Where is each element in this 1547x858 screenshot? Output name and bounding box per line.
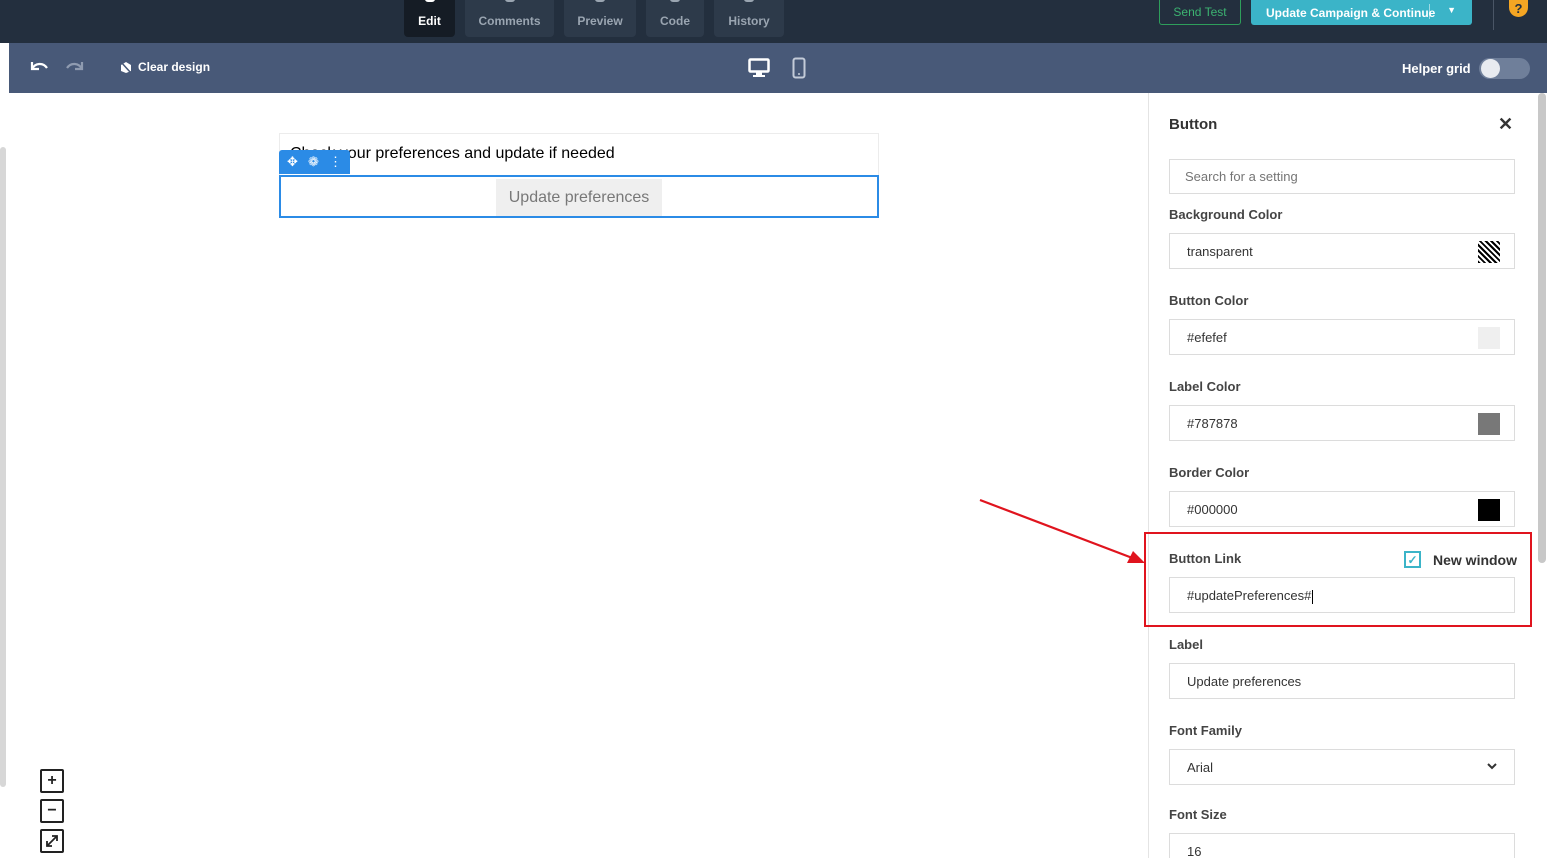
panel-scrollbar[interactable] bbox=[1538, 93, 1546, 563]
eye-icon bbox=[595, 0, 605, 2]
border-color-field[interactable]: #000000 bbox=[1169, 491, 1515, 527]
block-toolbar: ✥ ❁ ⋮ bbox=[279, 150, 350, 174]
text-block[interactable]: Check your preferences and update if nee… bbox=[279, 133, 879, 175]
button-color-value: #efefef bbox=[1187, 330, 1227, 345]
undo-icon[interactable] bbox=[29, 59, 49, 75]
settings-panel: Button ✕ Background Color transparent Bu… bbox=[1148, 93, 1547, 858]
tab-comments-label: Comments bbox=[478, 14, 541, 28]
helper-grid-toggle[interactable] bbox=[1479, 58, 1530, 79]
more-icon[interactable]: ⋮ bbox=[329, 154, 342, 170]
move-icon[interactable]: ✥ bbox=[287, 154, 298, 170]
font-size-field[interactable]: 16 bbox=[1169, 833, 1515, 858]
font-family-label: Font Family bbox=[1169, 723, 1242, 738]
label-field-value: Update preferences bbox=[1187, 674, 1302, 689]
desktop-icon[interactable] bbox=[748, 58, 770, 78]
panel-title: Button bbox=[1169, 116, 1218, 133]
chevron-down-icon bbox=[1487, 763, 1497, 770]
toggle-knob bbox=[1481, 59, 1500, 78]
tab-edit-label: Edit bbox=[418, 14, 441, 28]
label-color-swatch[interactable] bbox=[1478, 413, 1500, 435]
tab-edit[interactable]: Edit bbox=[404, 0, 455, 37]
label-color-field[interactable]: #787878 bbox=[1169, 405, 1515, 441]
font-family-value: Arial bbox=[1187, 760, 1214, 775]
expand-icon bbox=[46, 835, 58, 847]
label-field[interactable]: Update preferences bbox=[1169, 663, 1515, 699]
email-button[interactable]: Update preferences bbox=[496, 179, 662, 216]
label-field-label: Label bbox=[1169, 637, 1203, 652]
tab-code[interactable]: Code bbox=[646, 0, 704, 37]
canvas-scrollbar[interactable] bbox=[0, 147, 6, 787]
helper-grid-label: Helper grid bbox=[1402, 61, 1471, 76]
button-color-swatch[interactable] bbox=[1478, 327, 1500, 349]
help-icon[interactable]: ? bbox=[1509, 0, 1528, 17]
label-color-label: Label Color bbox=[1169, 379, 1241, 394]
clear-design-label: Clear design bbox=[138, 60, 211, 74]
font-size-label: Font Size bbox=[1169, 807, 1227, 822]
border-color-value: #000000 bbox=[1187, 502, 1238, 517]
label-color-value: #787878 bbox=[1187, 416, 1238, 431]
border-color-swatch[interactable] bbox=[1478, 499, 1500, 521]
update-campaign-button[interactable]: Update Campaign & Continue ▼ bbox=[1251, 0, 1472, 25]
zoom-out-button[interactable]: − bbox=[40, 799, 64, 823]
tab-history-label: History bbox=[728, 14, 770, 28]
button-color-label: Button Color bbox=[1169, 293, 1249, 308]
zoom-in-button[interactable]: + bbox=[40, 769, 64, 793]
top-nav: Edit Comments Preview Code History Send … bbox=[0, 0, 1547, 43]
update-campaign-label: Update Campaign & Continue bbox=[1266, 5, 1436, 20]
send-test-button[interactable]: Send Test bbox=[1159, 0, 1241, 25]
chevron-down-icon[interactable]: ▼ bbox=[1447, 5, 1456, 15]
border-color-label: Border Color bbox=[1169, 465, 1250, 480]
gear-icon[interactable]: ❁ bbox=[308, 154, 319, 170]
eraser-icon bbox=[120, 60, 132, 74]
font-family-select[interactable]: Arial bbox=[1169, 749, 1515, 785]
tab-preview[interactable]: Preview bbox=[564, 0, 636, 37]
comment-icon bbox=[504, 0, 515, 2]
tab-history[interactable]: History bbox=[714, 0, 784, 37]
tab-code-label: Code bbox=[660, 14, 690, 28]
history-icon bbox=[744, 0, 754, 2]
mobile-icon[interactable] bbox=[792, 57, 806, 79]
button-color-field[interactable]: #efefef bbox=[1169, 319, 1515, 355]
button-separator bbox=[1429, 4, 1430, 19]
annotation-highlight bbox=[1144, 532, 1532, 627]
font-size-value: 16 bbox=[1187, 844, 1202, 858]
redo-icon[interactable] bbox=[65, 59, 85, 75]
transparent-swatch[interactable] bbox=[1478, 241, 1500, 263]
close-icon[interactable]: ✕ bbox=[1498, 114, 1513, 135]
tab-comments[interactable]: Comments bbox=[465, 0, 554, 37]
tab-preview-label: Preview bbox=[577, 14, 623, 28]
pencil-icon bbox=[424, 0, 435, 2]
code-icon bbox=[670, 0, 680, 2]
search-input[interactable] bbox=[1169, 159, 1515, 194]
background-color-value: transparent bbox=[1187, 244, 1253, 259]
background-color-field[interactable]: transparent bbox=[1169, 233, 1515, 269]
annotation-arrow bbox=[979, 498, 1145, 563]
button-block[interactable]: Update preferences bbox=[279, 175, 879, 218]
editor-toolbar: Clear design Helper grid bbox=[9, 43, 1547, 93]
clear-design-button[interactable]: Clear design bbox=[120, 60, 210, 74]
fit-screen-button[interactable] bbox=[40, 829, 64, 853]
nav-divider bbox=[1493, 0, 1494, 30]
background-color-label: Background Color bbox=[1169, 207, 1283, 222]
